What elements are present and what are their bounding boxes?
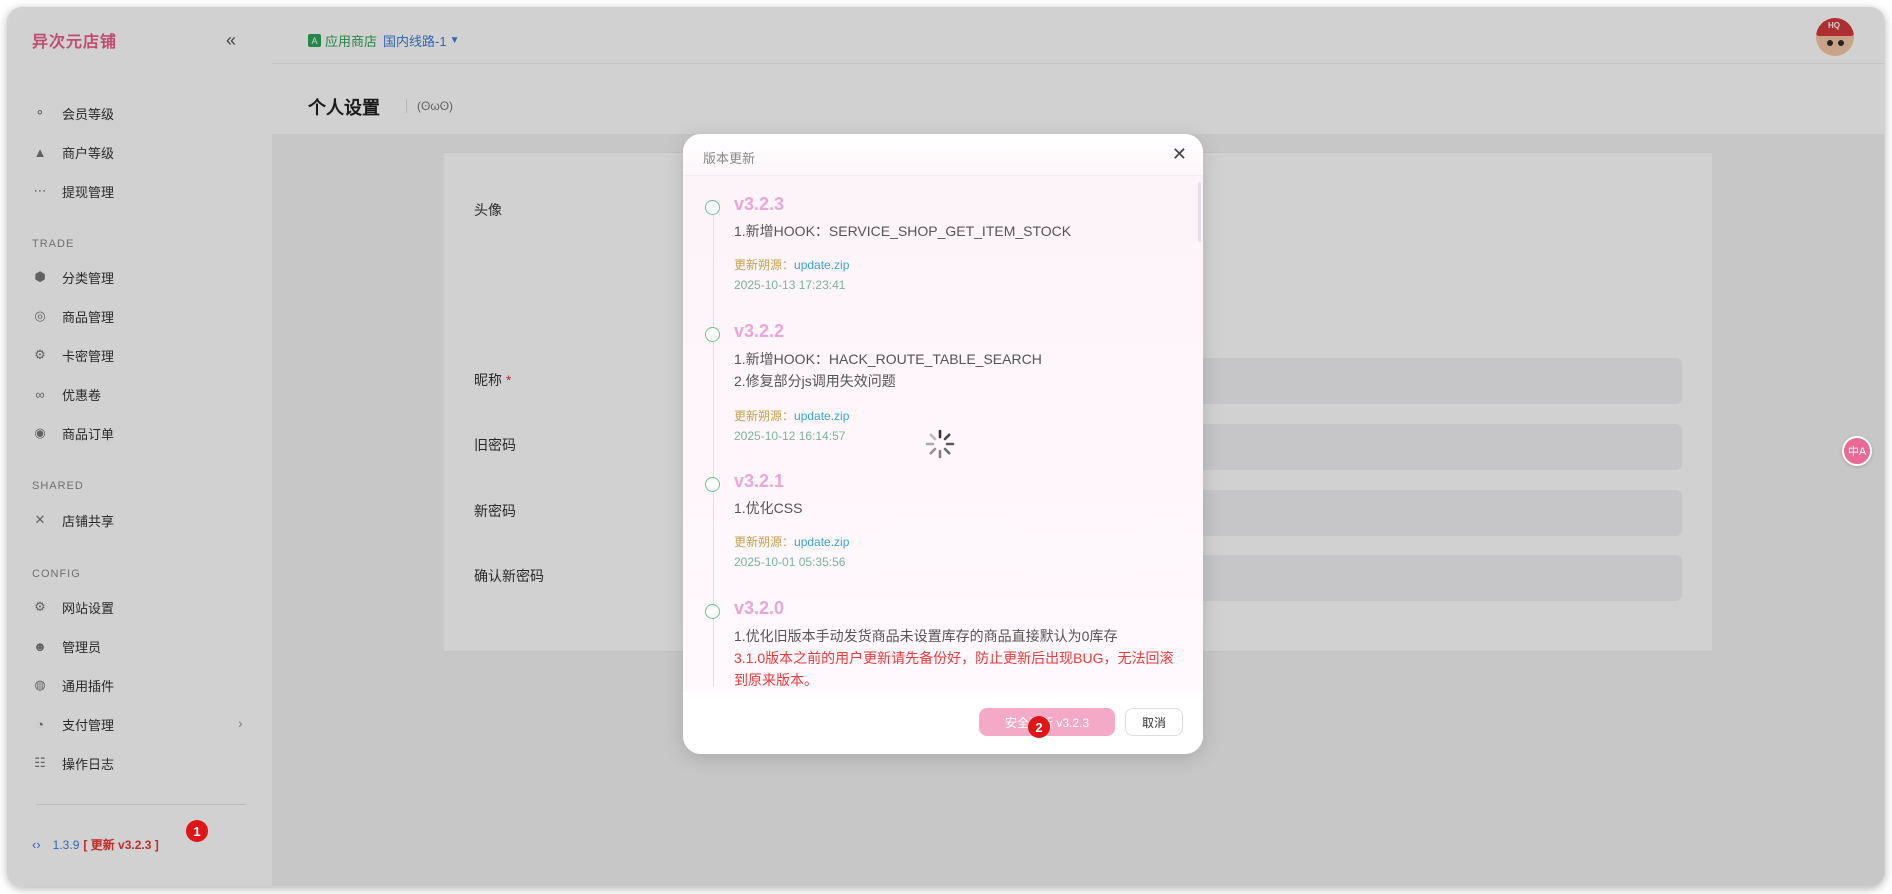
- scrollbar[interactable]: [1198, 182, 1201, 242]
- timeline-dot: [705, 327, 720, 342]
- entry-warning: 到原来版本。: [734, 672, 818, 688]
- changelog-entry: v3.2.1 1.优化CSS 更新朔源：update.zip 2025-10-0…: [705, 471, 1183, 581]
- translate-icon[interactable]: 中A: [1842, 436, 1872, 466]
- entry-version: v3.2.2: [734, 321, 785, 341]
- dialog-footer: 安全更新 v3.2.3 取消: [683, 692, 1203, 754]
- entry-warning: 3.1.0版本之前的用户更新请先备份好，防止更新后出现BUG，无法回滚: [734, 650, 1174, 666]
- source-link[interactable]: update.zip: [794, 535, 849, 549]
- annotation-badge-1: 1: [186, 820, 208, 842]
- source-key: 更新朔源：: [734, 409, 795, 423]
- source-link[interactable]: update.zip: [794, 409, 849, 423]
- entry-version: v3.2.0: [734, 598, 785, 618]
- entry-version: v3.2.3: [734, 194, 785, 214]
- dialog-title: 版本更新: [703, 151, 756, 166]
- entry-date: 2025-10-12 16:14:57: [734, 429, 846, 443]
- entry-date: 2025-10-13 17:23:41: [734, 278, 846, 292]
- dialog-header: 版本更新 ✕: [683, 134, 1203, 176]
- entry-line: 1.新增HOOK：SERVICE_SHOP_GET_ITEM_STOCK: [734, 223, 1072, 239]
- source-key: 更新朔源：: [734, 535, 795, 549]
- changelog-entry: v3.2.0 1.优化旧版本手动发货商品未设置库存的商品直接默认为0库存 3.1…: [705, 598, 1183, 692]
- source-link[interactable]: update.zip: [794, 258, 849, 272]
- entry-source: 更新朔源：update.zip: [734, 533, 849, 550]
- changelog-entry: v3.2.3 1.新增HOOK：SERVICE_SHOP_GET_ITEM_ST…: [705, 194, 1183, 304]
- timeline-dot: [705, 477, 720, 492]
- source-key: 更新朔源：: [734, 258, 795, 272]
- close-icon[interactable]: ✕: [1172, 144, 1187, 165]
- entry-source: 更新朔源：update.zip: [734, 407, 849, 424]
- cancel-button[interactable]: 取消: [1125, 708, 1183, 736]
- timeline-dot: [705, 604, 720, 619]
- entry-version: v3.2.1: [734, 471, 785, 491]
- loading-spinner-icon: [925, 429, 955, 459]
- annotation-badge-2: 2: [1028, 716, 1050, 738]
- entry-line: 1.优化旧版本手动发货商品未设置库存的商品直接默认为0库存: [734, 628, 1118, 644]
- entry-date: 2025-10-01 05:35:56: [734, 555, 846, 569]
- entry-line: 1.新增HOOK：HACK_ROUTE_TABLE_SEARCH: [734, 351, 1042, 367]
- timeline-dot: [705, 200, 720, 215]
- entry-line: 1.优化CSS: [734, 500, 803, 516]
- entry-source: 更新朔源：update.zip: [734, 256, 849, 273]
- entry-line: 2.修复部分js调用失效问题: [734, 373, 896, 389]
